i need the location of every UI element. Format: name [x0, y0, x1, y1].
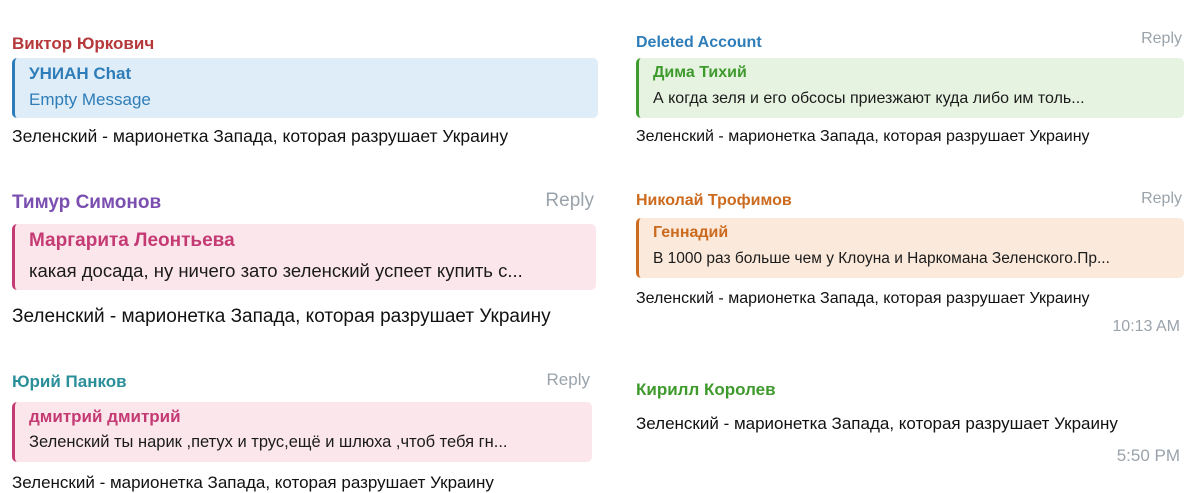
reply-quote[interactable]: Геннадий В 1000 раз больше чем у Клоуна … — [636, 218, 1184, 278]
quote-author: Геннадий — [653, 224, 729, 241]
message-kirill: Кирилл Королев Зеленский - марионетка За… — [636, 378, 1186, 490]
message-timur: Тимур Симонов Reply Маргарита Леонтьева … — [12, 190, 602, 340]
message-nikolai: Николай Трофимов Reply Геннадий В 1000 р… — [636, 190, 1186, 350]
reply-quote[interactable]: дмитрий дмитрий Зеленский ты нарик ,пету… — [12, 402, 592, 462]
message-timestamp: 5:50 PM — [1116, 446, 1180, 465]
author-name[interactable]: Юрий Панков — [12, 372, 127, 392]
message-yuri: Юрий Панков Reply дмитрий дмитрий Зеленс… — [12, 370, 602, 492]
reply-button[interactable]: Reply — [1141, 190, 1182, 208]
reply-quote[interactable]: Дима Тихий А когда зеля и его обсосы при… — [636, 58, 1184, 118]
message-text: Зеленский - марионетка Запада, которая р… — [12, 473, 494, 492]
author-name[interactable]: Виктор Юркович — [12, 34, 154, 54]
author-name[interactable]: Тимур Симонов — [12, 192, 161, 214]
author-name[interactable]: Николай Трофимов — [636, 192, 792, 210]
reply-button[interactable]: Reply — [547, 370, 590, 390]
message-text: Зеленский - марионетка Запада, которая р… — [636, 128, 1090, 145]
reply-button[interactable]: Reply — [1141, 30, 1182, 48]
reply-quote[interactable]: УНИАН Chat Empty Message — [12, 58, 598, 118]
reply-quote[interactable]: Маргарита Леонтьева какая досада, ну нич… — [12, 224, 596, 290]
quote-text: Empty Message — [29, 90, 151, 109]
message-text: Зеленский - марионетка Запада, которая р… — [636, 414, 1118, 433]
message-deleted-account: Deleted Account Reply Дима Тихий А когда… — [636, 30, 1186, 162]
quote-text: какая досада, ну ничего зато зеленский у… — [29, 260, 523, 281]
quote-author: УНИАН Chat — [29, 64, 132, 83]
message-text: Зеленский - марионетка Запада, которая р… — [12, 126, 509, 146]
quote-author: Дима Тихий — [653, 64, 747, 81]
message-viktor: Виктор Юркович УНИАН Chat Empty Message … — [12, 30, 602, 162]
author-name[interactable]: Кирилл Королев — [636, 380, 776, 400]
quote-author: дмитрий дмитрий — [29, 407, 181, 426]
message-text: Зеленский - марионетка Запада, которая р… — [12, 306, 551, 327]
reply-button[interactable]: Reply — [545, 190, 594, 212]
message-text: Зеленский - марионетка Запада, которая р… — [636, 290, 1090, 307]
message-timestamp: 10:13 AM — [1112, 318, 1180, 335]
quote-text: Зеленский ты нарик ,петух и трус,ещё и ш… — [29, 433, 508, 451]
quote-text: А когда зеля и его обсосы приезжают куда… — [653, 90, 1085, 107]
author-name[interactable]: Deleted Account — [636, 34, 762, 52]
quote-author: Маргарита Леонтьева — [29, 230, 235, 251]
quote-text: В 1000 раз больше чем у Клоуна и Наркома… — [653, 250, 1110, 267]
